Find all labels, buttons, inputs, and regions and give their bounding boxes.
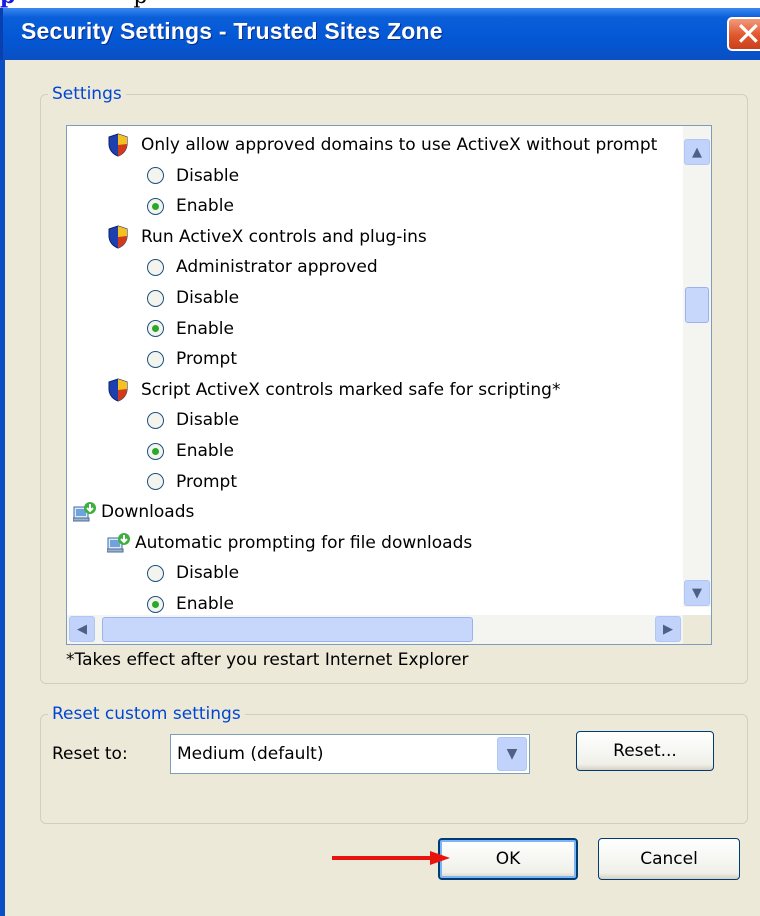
radio-option-label: Enable [176, 594, 234, 614]
chevron-down-icon: ▼ [692, 585, 702, 601]
radio-option-label: Enable [176, 318, 234, 339]
radio-option-label: Disable [176, 563, 240, 584]
chevron-left-icon: ◀ [77, 621, 87, 637]
settings-tree-list[interactable]: Only allow approved domains to use Activ… [66, 125, 712, 645]
category-heading-row: Downloads [72, 497, 195, 527]
setting-item-row: Only allow approved domains to use Activ… [107, 130, 657, 160]
setting-item-row: Script ActiveX controls marked safe for … [107, 375, 560, 405]
security-settings-dialog: Security Settings - Trusted Sites Zone ✕… [0, 8, 760, 916]
setting-label: Run ActiveX controls and plug-ins [141, 226, 427, 247]
radio-option-row[interactable]: Enable [147, 191, 234, 221]
radio-option-row[interactable]: Disable [147, 405, 239, 435]
reset-level-select[interactable]: Medium (default) ▼ [170, 734, 530, 774]
setting-item-row: Automatic prompting for file downloads [106, 528, 473, 558]
radio-option-row[interactable]: Disable [147, 558, 239, 588]
radio-button[interactable] [147, 258, 164, 276]
radio-option-row[interactable]: Enable [147, 436, 234, 466]
radio-option-label: Disable [176, 165, 240, 186]
radio-option-row[interactable]: Disable [147, 161, 239, 191]
radio-option-label: Enable [176, 196, 234, 217]
setting-label: Automatic prompting for file downloads [135, 532, 473, 553]
radio-option-label: Prompt [176, 349, 237, 370]
download-icon [106, 532, 131, 554]
radio-option-label: Prompt [176, 471, 237, 492]
radio-option-label: Disable [176, 288, 240, 308]
radio-button[interactable] [147, 473, 164, 491]
restart-note: *Takes effect after you restart Internet… [66, 650, 469, 670]
radio-button[interactable] [147, 350, 164, 368]
radio-button[interactable] [147, 411, 164, 429]
dropdown-arrow-button[interactable]: ▼ [497, 737, 527, 771]
radio-button[interactable] [147, 564, 164, 582]
title-bar: Security Settings - Trusted Sites Zone ✕ [0, 8, 760, 60]
horizontal-scrollbar[interactable]: ◀ ▶ [67, 615, 683, 644]
radio-option-label: Administrator approved [176, 257, 378, 278]
scroll-left-button[interactable]: ◀ [69, 616, 95, 642]
reset-group-label: Reset custom settings [48, 704, 245, 724]
dialog-title: Security Settings - Trusted Sites Zone [21, 18, 443, 44]
radio-button-selected[interactable] [147, 595, 164, 613]
setting-label: Only allow approved domains to use Activ… [141, 135, 658, 155]
radio-option-row[interactable]: Enable [147, 314, 234, 344]
radio-option-row[interactable]: Disable [147, 283, 239, 313]
radio-option-label: Enable [176, 441, 234, 461]
radio-button[interactable] [147, 167, 164, 185]
chevron-right-icon: ▶ [663, 621, 673, 637]
radio-button-selected[interactable] [147, 197, 164, 215]
radio-button[interactable] [147, 289, 164, 307]
scroll-up-button[interactable]: ▲ [684, 139, 710, 165]
vertical-scroll-thumb[interactable] [685, 287, 709, 323]
settings-group-label: Settings [48, 84, 126, 104]
scroll-down-button[interactable]: ▼ [684, 580, 710, 606]
cancel-button[interactable]: Cancel [598, 838, 740, 880]
chevron-down-icon: ▼ [506, 746, 518, 762]
reset-level-value: Medium (default) [177, 744, 324, 764]
radio-button-selected[interactable] [147, 320, 164, 338]
shield-icon [107, 225, 129, 249]
ok-button[interactable]: OK [438, 838, 578, 880]
chevron-up-icon: ▲ [692, 144, 702, 160]
annotation-arrow-icon [332, 851, 450, 865]
setting-item-row: Run ActiveX controls and plug-ins [107, 222, 427, 252]
vertical-scrollbar[interactable]: ▲ ▼ [683, 126, 711, 607]
radio-option-label: Disable [176, 410, 240, 431]
download-icon [72, 501, 97, 523]
close-icon: ✕ [735, 15, 760, 53]
reset-button[interactable]: Reset... [576, 731, 714, 771]
cropped-background-text: pp [0, 0, 760, 8]
reset-to-label: Reset to: [52, 744, 128, 764]
scroll-right-button[interactable]: ▶ [655, 616, 681, 642]
radio-option-row[interactable]: Prompt [147, 344, 237, 374]
scrollbar-corner [683, 615, 711, 644]
horizontal-scroll-thumb[interactable] [102, 617, 473, 642]
window-frame-left [0, 60, 5, 916]
setting-label: Downloads [101, 502, 195, 523]
close-button[interactable]: ✕ [727, 15, 760, 53]
radio-option-row[interactable]: Administrator approved [147, 252, 378, 282]
radio-option-row[interactable]: Prompt [147, 467, 237, 497]
radio-button-selected[interactable] [147, 442, 164, 460]
setting-label: Script ActiveX controls marked safe for … [141, 379, 561, 400]
shield-icon [107, 133, 129, 157]
shield-icon [107, 378, 129, 402]
